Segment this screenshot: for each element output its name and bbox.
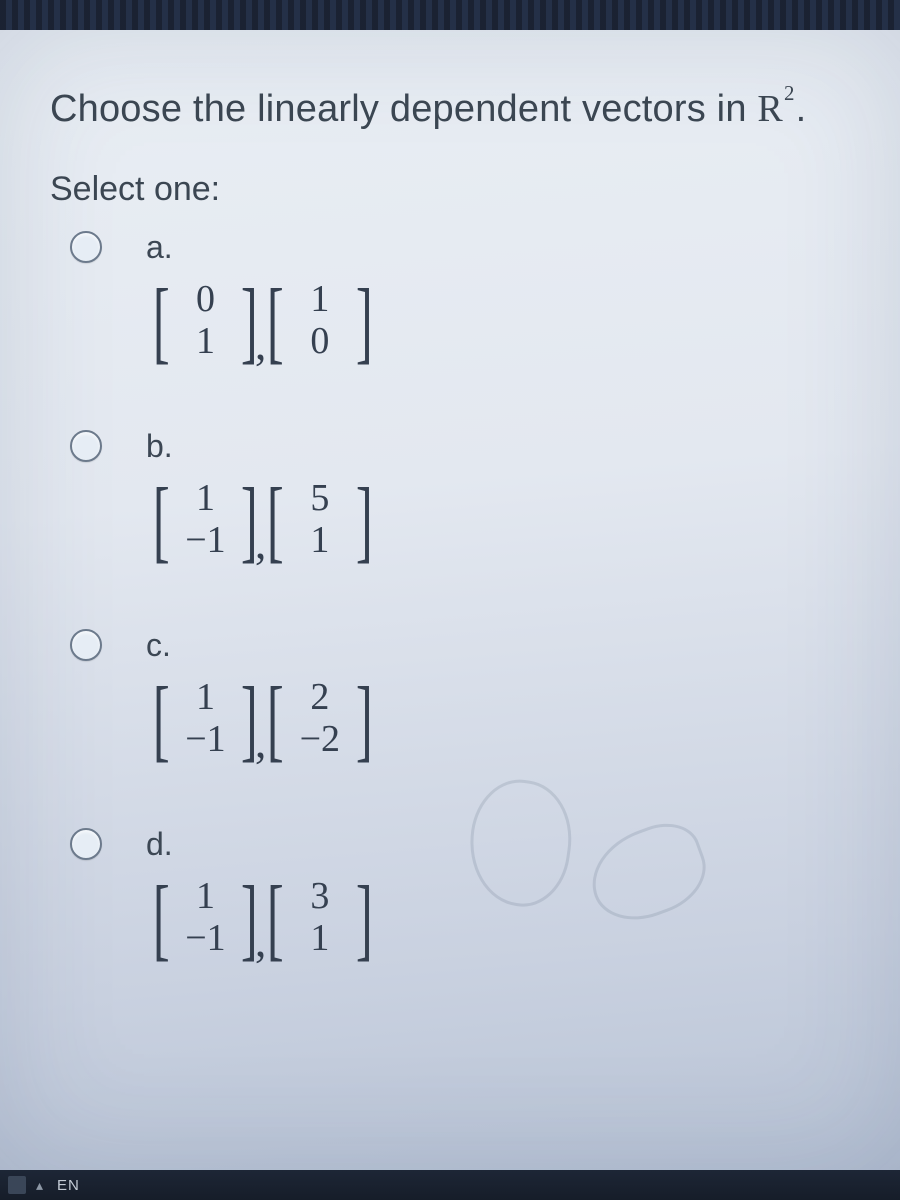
question-card: Choose the linearly dependent vectors in… bbox=[0, 30, 900, 1170]
question-prefix: Choose the linearly dependent vectors in bbox=[50, 88, 757, 130]
option-d: d. [ 1−1 ] , [ 31 ] bbox=[70, 826, 850, 965]
option-c: c. [ 1−1 ] , [ 2−2 ] bbox=[70, 627, 850, 766]
monitor-top-bezel bbox=[0, 0, 900, 30]
option-c-vectors: [ 1−1 ] , [ 2−2 ] bbox=[142, 672, 383, 766]
comma-icon: , bbox=[255, 317, 267, 370]
option-b-letter: b. bbox=[142, 428, 383, 465]
comma-icon: , bbox=[255, 914, 267, 967]
r-exponent: 2 bbox=[784, 81, 795, 105]
option-a-letter: a. bbox=[142, 229, 383, 266]
select-one-label: Select one: bbox=[50, 170, 850, 209]
option-a: a. [ 01 ] , [ 10 ] bbox=[70, 229, 850, 368]
option-d-letter: d. bbox=[142, 826, 383, 863]
option-d-vector-1: [ 1−1 ] bbox=[142, 871, 269, 965]
language-indicator[interactable]: EN bbox=[57, 1177, 80, 1194]
radio-d[interactable] bbox=[70, 828, 102, 860]
option-b: b. [ 1−1 ] , [ 51 ] bbox=[70, 428, 850, 567]
option-c-vector-1: [ 1−1 ] bbox=[142, 672, 269, 766]
question-suffix: . bbox=[796, 88, 807, 130]
radio-b[interactable] bbox=[70, 430, 102, 462]
radio-c[interactable] bbox=[70, 629, 102, 661]
taskbar: ▴ EN bbox=[0, 1170, 900, 1200]
option-a-vector-2: [ 10 ] bbox=[256, 274, 383, 368]
option-b-vector-1: [ 1−1 ] bbox=[142, 473, 269, 567]
tray-app-icon[interactable] bbox=[8, 1176, 26, 1194]
option-a-vector-1: [ 01 ] bbox=[142, 274, 269, 368]
option-b-vectors: [ 1−1 ] , [ 51 ] bbox=[142, 473, 383, 567]
option-a-vectors: [ 01 ] , [ 10 ] bbox=[142, 274, 383, 368]
option-b-vector-2: [ 51 ] bbox=[256, 473, 383, 567]
comma-icon: , bbox=[255, 715, 267, 768]
radio-a[interactable] bbox=[70, 231, 102, 263]
question-text: Choose the linearly dependent vectors in… bbox=[50, 85, 850, 134]
option-d-vector-2: [ 31 ] bbox=[256, 871, 383, 965]
option-c-letter: c. bbox=[142, 627, 383, 664]
r-space-symbol: 2 bbox=[757, 88, 795, 130]
options-list: a. [ 01 ] , [ 10 ] bbox=[50, 229, 850, 965]
option-d-vectors: [ 1−1 ] , [ 31 ] bbox=[142, 871, 383, 965]
comma-icon: , bbox=[255, 516, 267, 569]
tray-arrow-up-icon[interactable]: ▴ bbox=[36, 1177, 43, 1194]
option-c-vector-2: [ 2−2 ] bbox=[256, 672, 383, 766]
